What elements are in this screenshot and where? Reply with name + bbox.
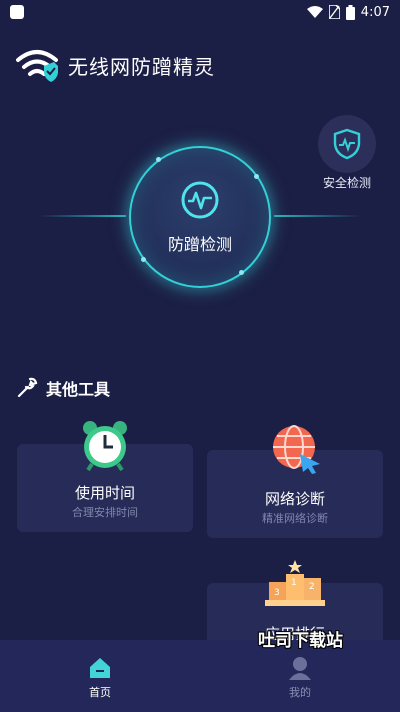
shield-pulse-icon xyxy=(333,128,361,160)
wifi-shield-logo-icon xyxy=(16,50,58,82)
tools-section-header: 其他工具 xyxy=(16,376,110,400)
podium-icon: 3 1 2 xyxy=(265,560,325,606)
tool-card-subtitle: 精准网络诊断 xyxy=(262,512,328,525)
orbit-dot xyxy=(254,174,259,179)
tool-card-title: 网络诊断 xyxy=(264,490,325,508)
tool-card-subtitle: 合理安排时间 xyxy=(72,506,138,519)
status-time: 4:07 xyxy=(360,4,390,20)
svg-text:3: 3 xyxy=(274,588,280,598)
wifi-icon xyxy=(306,6,323,18)
scan-line-right xyxy=(274,215,360,217)
security-check-label[interactable]: 安全检测 xyxy=(300,174,394,191)
orbit-dot xyxy=(141,257,146,262)
user-icon xyxy=(289,657,311,680)
no-sim-icon xyxy=(328,5,340,19)
notification-icon xyxy=(10,5,24,19)
app-title: 无线网防蹭精灵 xyxy=(68,54,215,79)
scan-line-left xyxy=(40,215,126,217)
wrench-icon xyxy=(17,377,38,398)
orbit-dot xyxy=(156,157,161,162)
orbit-dot xyxy=(239,270,244,275)
security-check-button[interactable] xyxy=(318,115,376,173)
home-icon xyxy=(90,658,110,678)
app-header: 无线网防蹭精灵 xyxy=(16,48,215,82)
status-bar: 4:07 xyxy=(0,0,400,24)
pulse-circle-icon xyxy=(181,181,219,219)
battery-icon xyxy=(345,4,355,20)
tab-home-label: 首页 xyxy=(89,686,111,699)
svg-text:1: 1 xyxy=(291,578,297,588)
scan-label: 防蹭检测 xyxy=(167,235,232,254)
alarm-clock-icon xyxy=(83,421,127,472)
tab-home[interactable]: 首页 xyxy=(0,640,200,712)
tab-mine-label: 我的 xyxy=(289,686,311,699)
globe-cursor-icon xyxy=(273,425,320,474)
tools-section-title: 其他工具 xyxy=(46,380,111,399)
watermark-text: 吐司下载站 xyxy=(258,631,343,651)
tool-card-title: 使用时间 xyxy=(74,484,135,502)
svg-text:2: 2 xyxy=(309,582,315,592)
status-right: 4:07 xyxy=(306,4,390,20)
